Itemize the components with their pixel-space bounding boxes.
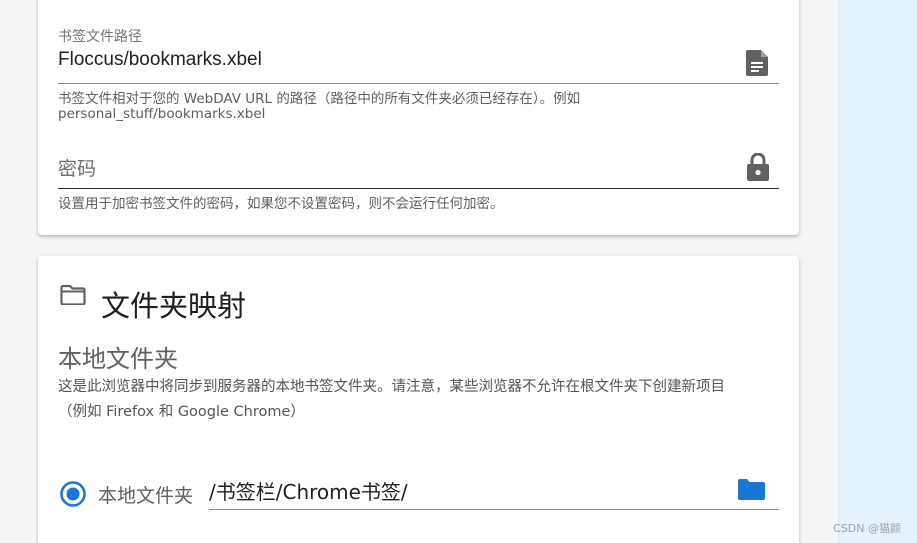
description-line2: （例如 Firefox 和 Google Chrome）: [58, 404, 305, 420]
bookmark-path-hint-line2: personal_stuff/bookmarks.xbel: [58, 106, 266, 122]
local-folder-path-input[interactable]: /书签栏/Chrome书签/: [209, 476, 408, 505]
password-field[interactable]: 密码 设置用于加密书签文件的密码，如果您不设置密码，则不会运行任何加密。: [58, 150, 779, 220]
password-hint: 设置用于加密书签文件的密码，如果您不设置密码，则不会运行任何加密。: [58, 196, 504, 212]
local-folder-path-underline: [209, 509, 779, 510]
server-settings-card: 书签文件路径 Floccus/bookmarks.xbel 书签文件相对于您的 …: [38, 0, 799, 235]
lock-icon[interactable]: [747, 153, 769, 181]
watermark: CSDN @猫颜: [833, 522, 901, 535]
side-panel: [838, 0, 917, 543]
folder-mapping-title: 文件夹映射: [101, 289, 247, 323]
file-document-icon: [746, 50, 768, 76]
local-folder-radio[interactable]: [59, 480, 87, 508]
bookmark-path-label: 书签文件路径: [58, 29, 142, 45]
password-underline: [58, 188, 779, 189]
folder-icon[interactable]: [738, 479, 765, 500]
password-input[interactable]: 密码: [58, 154, 96, 181]
bookmark-path-hint-line1: 书签文件相对于您的 WebDAV URL 的路径（路径中的所有文件夹必须已经存在…: [58, 91, 581, 107]
folder-outline-icon: [60, 285, 86, 305]
local-folder-radio-label[interactable]: 本地文件夹: [98, 481, 193, 508]
bookmark-path-input[interactable]: Floccus/bookmarks.xbel: [58, 49, 262, 71]
bookmark-path-underline: [58, 83, 779, 84]
description-line1: 这是此浏览器中将同步到服务器的本地书签文件夹。请注意，某些浏览器不允许在根文件夹…: [58, 379, 725, 395]
folder-mapping-card: 文件夹映射 本地文件夹 这是此浏览器中将同步到服务器的本地书签文件夹。请注意，某…: [38, 256, 799, 543]
local-folder-subtitle: 本地文件夹: [58, 345, 178, 373]
local-folder-description: 这是此浏览器中将同步到服务器的本地书签文件夹。请注意，某些浏览器不允许在根文件夹…: [58, 375, 782, 425]
bookmark-path-field[interactable]: 书签文件路径 Floccus/bookmarks.xbel 书签文件相对于您的 …: [58, 26, 779, 126]
